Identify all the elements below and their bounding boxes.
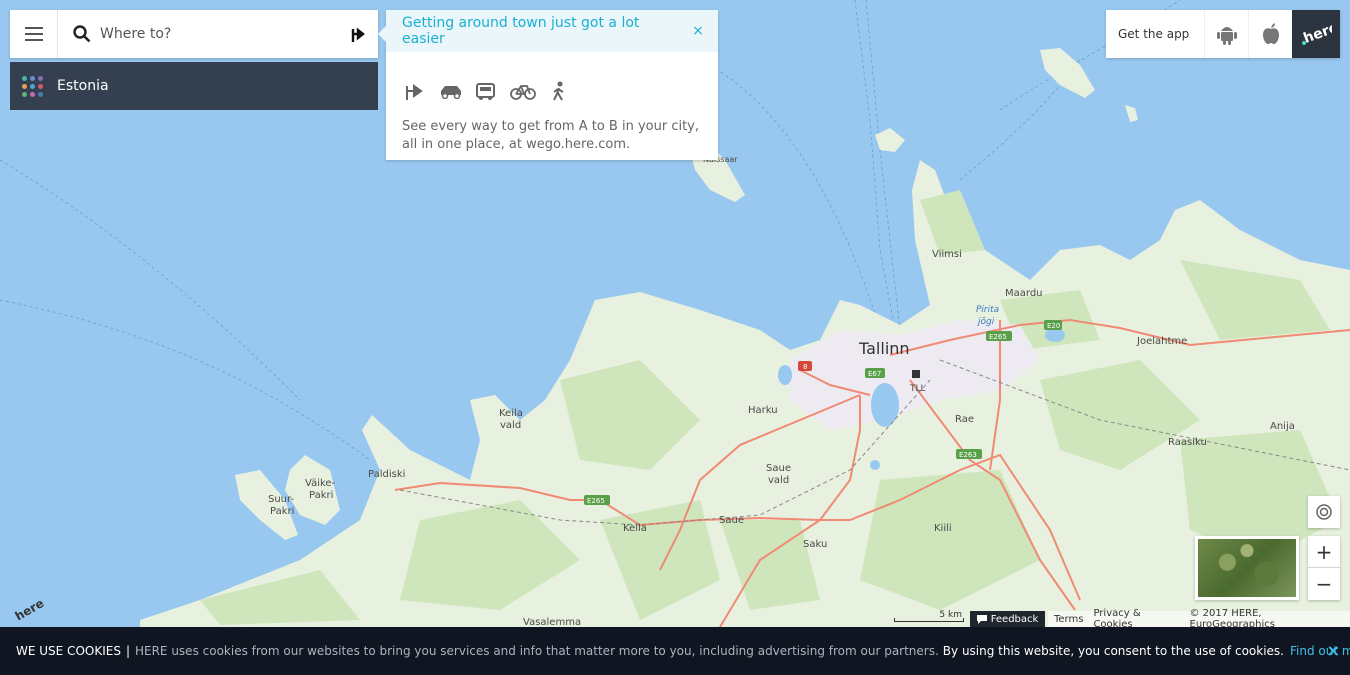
zoom-out-button[interactable]: −	[1308, 568, 1340, 600]
apple-app-button[interactable]	[1248, 10, 1292, 58]
country-bar[interactable]: Estonia	[10, 62, 378, 110]
place-suur-pakri-1: Suur-	[268, 494, 294, 505]
place-saue-vald-1: Saue	[766, 463, 791, 474]
bike-icon	[510, 79, 536, 103]
promo-text: See every way to get from A to B in your…	[402, 119, 700, 152]
satellite-thumbnail	[1198, 539, 1296, 597]
road-shield-e265-north: E265	[989, 333, 1007, 341]
place-kiili: Kiili	[934, 523, 952, 534]
search-panel	[10, 10, 378, 58]
locate-icon	[1316, 504, 1332, 520]
road-shield-e263: E263	[959, 451, 977, 459]
place-paldiski: Paldiski	[368, 469, 405, 480]
walk-icon	[546, 79, 572, 103]
scale-bar: 5 km	[894, 610, 964, 624]
promo-title: Getting around town just got a lot easie…	[402, 15, 640, 47]
satellite-view-toggle[interactable]	[1195, 536, 1299, 600]
place-anija: Anija	[1270, 421, 1295, 432]
place-joelahtme: Joelahtme	[1136, 336, 1187, 347]
search-input[interactable]	[100, 26, 338, 42]
terms-link[interactable]: Terms	[1054, 614, 1083, 625]
place-viimsi: Viimsi	[932, 249, 962, 260]
transport-modes	[386, 52, 718, 112]
zoom-in-button[interactable]: +	[1308, 536, 1340, 568]
airport-icon	[912, 370, 920, 378]
menu-button[interactable]	[10, 10, 58, 58]
road-shield-e265-west: E265	[587, 497, 605, 505]
car-icon	[438, 79, 464, 103]
place-tallinn: Tallinn	[858, 339, 910, 358]
place-rae: Rae	[955, 414, 974, 425]
promo-popup: Getting around town just got a lot easie…	[378, 10, 718, 160]
cookie-consent: By using this website, you consent to th…	[942, 644, 1284, 658]
transit-icon	[474, 79, 500, 103]
scale-line	[894, 618, 964, 622]
cookie-body: HERE uses cookies from our websites to b…	[134, 644, 939, 658]
promo-close-button[interactable]: ×	[678, 23, 718, 39]
directions-icon	[351, 27, 365, 42]
locate-me-button[interactable]	[1308, 496, 1340, 528]
here-logo-icon: here	[1301, 21, 1332, 47]
get-app-label: Get the app	[1118, 27, 1190, 41]
place-saue: Saue	[719, 515, 744, 526]
here-watermark-logo: here	[10, 592, 47, 624]
feedback-label: Feedback	[990, 613, 1039, 625]
place-harku: Harku	[748, 405, 778, 416]
place-keila: Keila	[623, 523, 647, 534]
find-out-more-link[interactable]: Find out more	[1290, 644, 1350, 658]
water-pirita-1: Pirita	[976, 305, 999, 315]
country-name: Estonia	[57, 78, 109, 94]
android-icon	[1216, 27, 1237, 45]
place-raasiku: Raasiku	[1168, 437, 1207, 448]
svg-text:here: here	[13, 596, 46, 620]
get-app-panel: Get the app here	[1106, 10, 1340, 58]
place-keila-vald-2: vald	[500, 420, 521, 431]
apple-icon	[1262, 23, 1279, 44]
here-logo[interactable]: here	[1292, 10, 1340, 58]
cookie-separator: |	[125, 644, 130, 658]
colored-dots-icon	[22, 75, 43, 97]
place-suur-pakri-2: Pakri	[270, 506, 294, 517]
place-maardu: Maardu	[1005, 288, 1043, 299]
footer-links: Terms Privacy & Cookies © 2017 HERE, Eur…	[1048, 608, 1350, 630]
cookie-banner: WE USE COOKIES | HERE uses cookies from …	[0, 627, 1350, 675]
search-icon	[64, 25, 100, 43]
place-keila-vald-1: Keila	[499, 408, 523, 419]
road-shield-e67: E67	[868, 370, 881, 378]
road-shield-8: 8	[803, 363, 807, 371]
feedback-button[interactable]: Feedback	[970, 611, 1045, 627]
place-vaike-pakri-1: Väike-	[305, 478, 336, 489]
android-app-button[interactable]	[1204, 10, 1248, 58]
speech-bubble-icon	[976, 614, 987, 624]
cookie-close-button[interactable]: ×	[1327, 641, 1340, 660]
water-pirita-2: jõgi	[976, 317, 995, 327]
place-saue-vald-2: vald	[768, 475, 789, 486]
hamburger-icon	[24, 27, 43, 41]
road-shield-e20: E20	[1047, 322, 1060, 330]
promo-header: Getting around town just got a lot easie…	[386, 10, 718, 52]
place-tll: TLL	[909, 384, 926, 394]
directions-button[interactable]	[338, 10, 378, 58]
cookie-heading: WE USE COOKIES	[16, 644, 121, 658]
directions-mode-icon	[402, 79, 428, 103]
place-vaike-pakri-2: Pakri	[309, 490, 333, 501]
place-saku: Saku	[803, 539, 827, 550]
